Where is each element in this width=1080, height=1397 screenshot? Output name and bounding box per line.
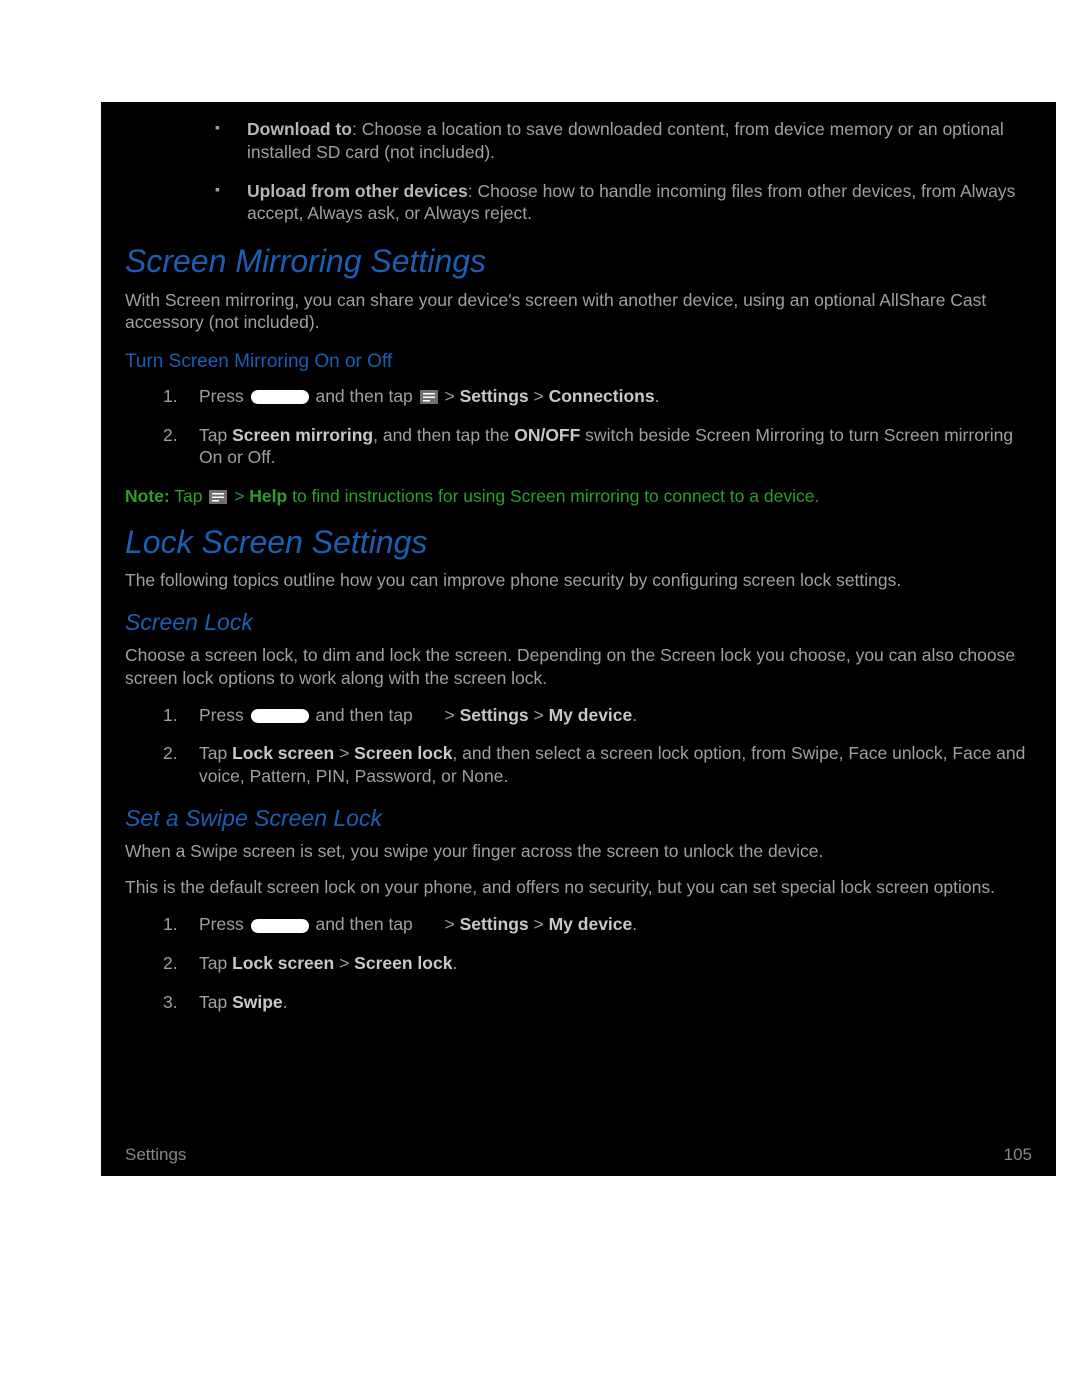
note-text: to find instructions for using Screen mi… — [287, 486, 819, 506]
bullet-item: Download to: Choose a location to save d… — [203, 118, 1032, 164]
note-bold: Help — [249, 486, 287, 506]
ordered-list: 1. Press and then tap > Settings > Conne… — [163, 385, 1032, 469]
step-bold: ON/OFF — [514, 425, 580, 445]
step-text: > — [529, 705, 549, 725]
step-bold: Screen mirroring — [232, 425, 373, 445]
ordered-list: 1. Press and then tap > Settings > My de… — [163, 913, 1032, 1013]
heading-screen-mirroring: Screen Mirroring Settings — [125, 241, 1032, 283]
step-bold: Settings — [460, 386, 529, 406]
footer-section: Settings — [125, 1144, 186, 1166]
paragraph: With Screen mirroring, you can share you… — [125, 289, 1032, 335]
step-text: Tap — [199, 953, 232, 973]
document-page: Download to: Choose a location to save d… — [101, 102, 1056, 1176]
step-bold: Lock screen — [232, 953, 334, 973]
step-text: . — [283, 992, 288, 1012]
step-text: Tap — [199, 743, 232, 763]
list-number: 1. — [163, 913, 178, 936]
list-number: 2. — [163, 742, 178, 765]
step-bold: Screen lock — [354, 953, 452, 973]
home-button-icon — [251, 390, 309, 404]
home-button-icon — [251, 709, 309, 723]
list-item: 2. Tap Lock screen > Screen lock, and th… — [163, 742, 1032, 788]
bullet-text: : Choose a location to save downloaded c… — [247, 119, 1004, 162]
step-text: . — [632, 705, 637, 725]
step-text: Tap — [199, 992, 232, 1012]
step-text: > — [529, 386, 549, 406]
step-text: > — [440, 914, 460, 934]
list-item: 3. Tap Swipe. — [163, 991, 1032, 1014]
list-number: 2. — [163, 952, 178, 975]
step-text: Tap — [199, 425, 232, 445]
step-text: > — [529, 914, 549, 934]
heading-lock-screen: Lock Screen Settings — [125, 522, 1032, 564]
paragraph: The following topics outline how you can… — [125, 569, 1032, 592]
list-item: 1. Press and then tap > Settings > My de… — [163, 704, 1032, 727]
heading-screen-lock: Screen Lock — [125, 608, 1032, 638]
step-text: and then tap — [311, 386, 418, 406]
list-item: 2. Tap Screen mirroring, and then tap th… — [163, 424, 1032, 470]
menu-icon — [420, 390, 438, 404]
list-number: 3. — [163, 991, 178, 1014]
step-text: > — [440, 705, 460, 725]
list-number: 1. — [163, 385, 178, 408]
step-text: and then tap — [311, 914, 418, 934]
heading-swipe-lock: Set a Swipe Screen Lock — [125, 804, 1032, 834]
list-item: 1. Press and then tap > Settings > Conne… — [163, 385, 1032, 408]
step-bold: Lock screen — [232, 743, 334, 763]
bullet-list: Download to: Choose a location to save d… — [203, 118, 1032, 225]
step-text: Press — [199, 914, 249, 934]
step-text: and then tap — [311, 705, 418, 725]
footer-page-number: 105 — [1004, 1144, 1032, 1166]
note-text: Tap — [170, 486, 208, 506]
step-bold: My device — [549, 914, 633, 934]
step-text: > — [440, 386, 460, 406]
paragraph: Choose a screen lock, to dim and lock th… — [125, 644, 1032, 690]
list-item: 2. Tap Lock screen > Screen lock. — [163, 952, 1032, 975]
step-text: Press — [199, 386, 249, 406]
note-text: > — [229, 486, 249, 506]
menu-icon — [209, 490, 227, 504]
list-item: 1. Press and then tap > Settings > My de… — [163, 913, 1032, 936]
step-bold: Settings — [460, 914, 529, 934]
step-bold: My device — [549, 705, 633, 725]
step-text: > — [334, 953, 354, 973]
step-bold: Connections — [549, 386, 655, 406]
step-text: > — [334, 743, 354, 763]
bullet-label: Download to — [247, 119, 352, 139]
step-bold: Settings — [460, 705, 529, 725]
step-bold: Swipe — [232, 992, 283, 1012]
step-bold: Screen lock — [354, 743, 452, 763]
step-text: Press — [199, 705, 249, 725]
page-footer: Settings 105 — [125, 1144, 1032, 1166]
bullet-label: Upload from other devices — [247, 181, 468, 201]
step-text: , and then tap the — [373, 425, 514, 445]
list-number: 2. — [163, 424, 178, 447]
ordered-list: 1. Press and then tap > Settings > My de… — [163, 704, 1032, 788]
paragraph: This is the default screen lock on your … — [125, 876, 1032, 899]
step-text: . — [655, 386, 660, 406]
home-button-icon — [251, 919, 309, 933]
list-number: 1. — [163, 704, 178, 727]
paragraph: When a Swipe screen is set, you swipe yo… — [125, 840, 1032, 863]
note-label: Note: — [125, 486, 170, 506]
menu-icon — [420, 919, 438, 933]
note-line: Note: Tap > Help to find instructions fo… — [125, 485, 1032, 508]
heading-turn-mirroring: Turn Screen Mirroring On or Off — [125, 350, 1032, 375]
step-text: . — [452, 953, 457, 973]
step-text: . — [632, 914, 637, 934]
bullet-item: Upload from other devices: Choose how to… — [203, 180, 1032, 226]
menu-icon — [420, 709, 438, 723]
